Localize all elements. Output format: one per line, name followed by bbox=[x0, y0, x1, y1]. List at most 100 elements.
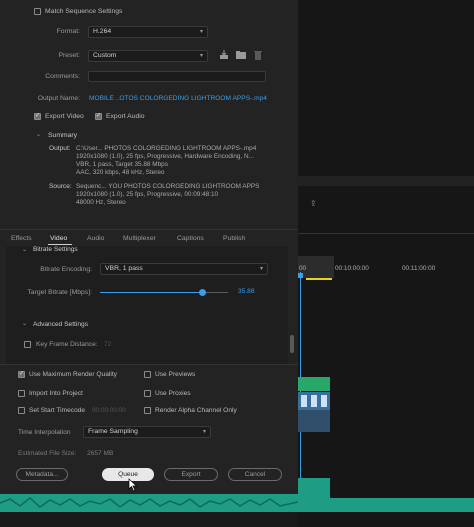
import-preset-icon[interactable] bbox=[235, 49, 247, 61]
bitrate-collapse-icon[interactable]: ⌄ bbox=[22, 246, 27, 253]
chevron-down-icon: ▾ bbox=[202, 429, 206, 435]
audio-waveform-icon bbox=[0, 497, 298, 508]
bottom-track-area bbox=[0, 512, 298, 527]
export-settings-dialog: Match Sequence Settings Format: H.264 ▾ … bbox=[0, 0, 298, 527]
bitrate-encoding-value: VBR, 1 pass bbox=[105, 265, 143, 272]
preset-value: Custom bbox=[93, 52, 117, 59]
export-video-label: Export Video bbox=[45, 113, 84, 120]
summary-source-line: 1920x1080 (1.0), 25 fps, Progressive, 00… bbox=[76, 191, 219, 198]
video-clip-lower[interactable] bbox=[298, 410, 330, 432]
export-button[interactable]: Export bbox=[164, 468, 218, 481]
chevron-down-icon: ▾ bbox=[199, 29, 203, 35]
video-clip-green[interactable] bbox=[298, 377, 330, 391]
export-audio-label: Export Audio bbox=[106, 113, 145, 120]
keyframe-value[interactable]: 72 bbox=[104, 341, 111, 348]
chevron-down-icon: ▾ bbox=[259, 266, 263, 272]
chevron-down-icon: ▾ bbox=[199, 53, 203, 59]
summary-source-line: Sequenc... YOU PHOTOS COLORGEDING LIGHTR… bbox=[76, 183, 260, 190]
tab-publish[interactable]: Publish bbox=[223, 235, 245, 242]
summary-source-line: 48000 Hz, Stereo bbox=[76, 199, 126, 206]
summary-output-line: VBR, 1 pass, Target 35.88 Mbps bbox=[76, 161, 168, 168]
format-select[interactable]: H.264 ▾ bbox=[88, 26, 208, 38]
match-sequence-label: Match Sequence Settings bbox=[45, 8, 123, 15]
bitrate-section-title: Bitrate Settings bbox=[33, 246, 78, 253]
cancel-button[interactable]: Cancel bbox=[228, 468, 282, 481]
preset-select[interactable]: Custom ▾ bbox=[88, 50, 208, 62]
use-previews-checkbox[interactable] bbox=[144, 371, 151, 378]
use-previews-label: Use Previews bbox=[155, 371, 196, 378]
playhead-handle[interactable] bbox=[298, 273, 303, 278]
options-divider bbox=[0, 364, 298, 365]
in-out-range bbox=[306, 278, 332, 280]
timeline-divider bbox=[298, 233, 474, 234]
tabs-divider bbox=[0, 229, 298, 230]
metadata-button[interactable]: Metadata... bbox=[16, 468, 68, 481]
summary-collapse-icon[interactable]: ⌄ bbox=[36, 131, 41, 138]
active-tab-underline bbox=[48, 244, 72, 245]
preset-label: Preset: bbox=[58, 52, 80, 59]
comments-label: Comments: bbox=[45, 73, 80, 80]
summary-source-key: Source: bbox=[49, 183, 72, 190]
summary-title: Summary bbox=[48, 132, 78, 139]
format-value: H.264 bbox=[93, 28, 112, 35]
bitrate-encoding-select[interactable]: VBR, 1 pass ▾ bbox=[100, 263, 268, 275]
import-into-project-checkbox[interactable] bbox=[18, 390, 25, 397]
output-name-label: Output Name: bbox=[37, 95, 80, 102]
output-name-link[interactable]: MOBILE ..OTOS COLORGEDING LIGHTROOM APPS… bbox=[89, 95, 267, 102]
target-bitrate-label: Target Bitrate [Mbps]: bbox=[27, 289, 92, 296]
keyframe-checkbox[interactable] bbox=[24, 341, 31, 348]
tab-audio[interactable]: Audio bbox=[87, 235, 104, 242]
audio-clip-lower[interactable] bbox=[298, 498, 474, 512]
max-render-quality-checkbox[interactable] bbox=[18, 370, 25, 378]
video-clip-thumbnails[interactable] bbox=[298, 392, 330, 410]
import-into-project-label: Import Into Project bbox=[29, 390, 83, 397]
export-audio-checkbox[interactable] bbox=[95, 112, 102, 120]
clip-thumbnail bbox=[301, 395, 307, 407]
estimated-size-label: Estimated File Size: bbox=[18, 450, 77, 457]
audio-clip[interactable] bbox=[298, 478, 330, 498]
target-bitrate-fill bbox=[100, 292, 203, 293]
format-label: Format: bbox=[56, 28, 80, 35]
delete-preset-icon[interactable] bbox=[252, 49, 264, 61]
mouse-cursor-icon bbox=[128, 478, 138, 492]
time-interpolation-select[interactable]: Frame Sampling ▾ bbox=[83, 426, 211, 438]
clip-thumbnail bbox=[311, 395, 317, 407]
keyframe-label: Key Frame Distance: bbox=[36, 341, 98, 348]
estimated-size-value: 2657 MB bbox=[87, 450, 114, 457]
tab-video[interactable]: Video bbox=[50, 235, 67, 242]
export-frame-icon[interactable]: ⇪ bbox=[310, 199, 320, 209]
settings-scrollbar[interactable] bbox=[290, 335, 294, 353]
time-interpolation-label: Time Interpolation bbox=[18, 429, 71, 436]
max-render-quality-label: Use Maximum Render Quality bbox=[29, 371, 117, 378]
timecode-label: 00:10:00:00 bbox=[335, 265, 369, 272]
set-start-timecode-label: Set Start Timecode bbox=[29, 407, 86, 414]
start-timecode-value[interactable]: 00:00:00:00 bbox=[92, 407, 126, 414]
export-video-checkbox[interactable] bbox=[34, 112, 41, 120]
timeline-header-strip bbox=[298, 176, 474, 186]
bitrate-encoding-label: Bitrate Encoding: bbox=[40, 266, 92, 273]
comments-input[interactable] bbox=[88, 71, 266, 82]
set-start-timecode-checkbox[interactable] bbox=[18, 407, 25, 414]
render-alpha-label: Render Alpha Channel Only bbox=[155, 407, 237, 414]
summary-output-line: AAC, 320 kbps, 48 kHz, Stereo bbox=[76, 169, 165, 176]
use-proxies-label: Use Proxies bbox=[155, 390, 191, 397]
save-preset-icon[interactable] bbox=[218, 49, 230, 61]
summary-output-line: 1920x1080 (1.0), 25 fps, Progressive, Ha… bbox=[76, 153, 254, 160]
timeline-panel: ⇪ 00 00:10:00:00 00:11:00:00 bbox=[298, 0, 474, 527]
summary-output-key: Output: bbox=[49, 145, 71, 152]
time-interpolation-value: Frame Sampling bbox=[88, 428, 138, 435]
advanced-collapse-icon[interactable]: ⌄ bbox=[22, 320, 27, 327]
tab-effects[interactable]: Effects bbox=[11, 235, 32, 242]
tab-captions[interactable]: Captions bbox=[177, 235, 204, 242]
summary-output-line: C:\User... PHOTOS COLORGEDING LIGHTROOM … bbox=[76, 145, 257, 152]
target-bitrate-track[interactable] bbox=[100, 289, 228, 296]
render-alpha-checkbox[interactable] bbox=[144, 407, 151, 414]
clip-thumbnail bbox=[321, 395, 327, 407]
timecode-label: 00:11:00:00 bbox=[402, 265, 436, 272]
target-bitrate-value[interactable]: 35.88 bbox=[238, 288, 255, 295]
advanced-section-title: Advanced Settings bbox=[33, 321, 88, 328]
use-proxies-checkbox[interactable] bbox=[144, 390, 151, 397]
match-sequence-checkbox[interactable] bbox=[34, 8, 41, 15]
timecode-label: 00 bbox=[299, 265, 307, 272]
tab-multiplexer[interactable]: Multiplexer bbox=[123, 235, 156, 242]
